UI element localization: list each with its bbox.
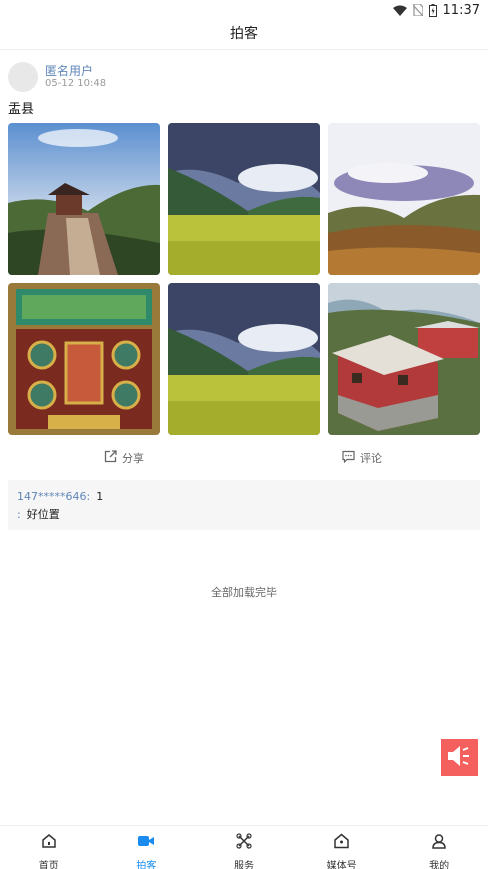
photo-thangka-painting[interactable] [8,283,160,435]
page-title: 拍客 [0,20,488,50]
share-button[interactable]: 分享 [104,450,144,466]
comment-item: 147*****646 : 1 [17,487,471,505]
tab-home[interactable]: 首页 [0,826,98,869]
tab-service[interactable]: 服务 [195,826,293,869]
share-label: 分享 [122,452,144,465]
service-icon [236,833,252,853]
comment-label: 评论 [360,452,382,465]
photo-temple-on-hill[interactable] [8,123,160,275]
comment-separator: : [86,489,91,503]
status-icons: 11:37 [392,2,480,18]
tab-paike[interactable]: 拍客 [98,826,196,869]
comment-text: 好位置 [26,508,60,521]
comment-button[interactable]: 评论 [342,450,382,466]
photo-green-meadow-2[interactable] [168,283,320,435]
comments-box: 147*****646 : 1 : 好位置 [8,480,480,530]
status-bar: 11:37 [0,0,488,20]
tab-media[interactable]: 媒体号 [293,826,391,869]
home-icon [41,833,57,853]
load-complete-text: 全部加载完毕 [211,586,277,599]
no-sim-icon [412,4,423,16]
bottom-tab-bar: 首页 拍客 服务 媒体号 我的 [0,825,488,869]
tab-media-label: 媒体号 [326,861,357,869]
tab-paike-label: 拍客 [136,861,157,869]
photo-grid [8,123,480,436]
video-camera-icon [137,833,155,853]
tab-home-label: 首页 [38,861,59,869]
post-text: 盂县 [8,102,35,117]
avatar[interactable] [8,62,38,92]
media-house-icon [333,833,350,853]
tab-mine-label: 我的 [429,861,450,869]
share-icon [104,450,117,466]
battery-icon [428,3,437,17]
tab-mine[interactable]: 我的 [390,826,488,869]
commenter-name[interactable]: 147*****646 [17,490,87,503]
comment-icon [342,450,355,466]
tab-service-label: 服务 [233,861,254,869]
post-user-name[interactable]: 匿名用户 [45,62,93,79]
post-time: 05-12 10:48 [45,78,107,89]
status-time: 11:37 [442,2,480,18]
user-icon [431,833,447,853]
wifi-icon [392,5,407,16]
comment-item: : 好位置 [17,505,471,523]
photo-green-meadow[interactable] [168,123,320,275]
speaker-icon [447,745,473,771]
comment-text: 1 [96,489,104,503]
photo-monastery-building[interactable] [328,283,480,435]
photo-valley-landscape[interactable] [328,123,480,275]
audio-button[interactable] [441,739,478,776]
post-actions: 分享 评论 [8,450,480,468]
comment-separator: : [17,507,21,521]
